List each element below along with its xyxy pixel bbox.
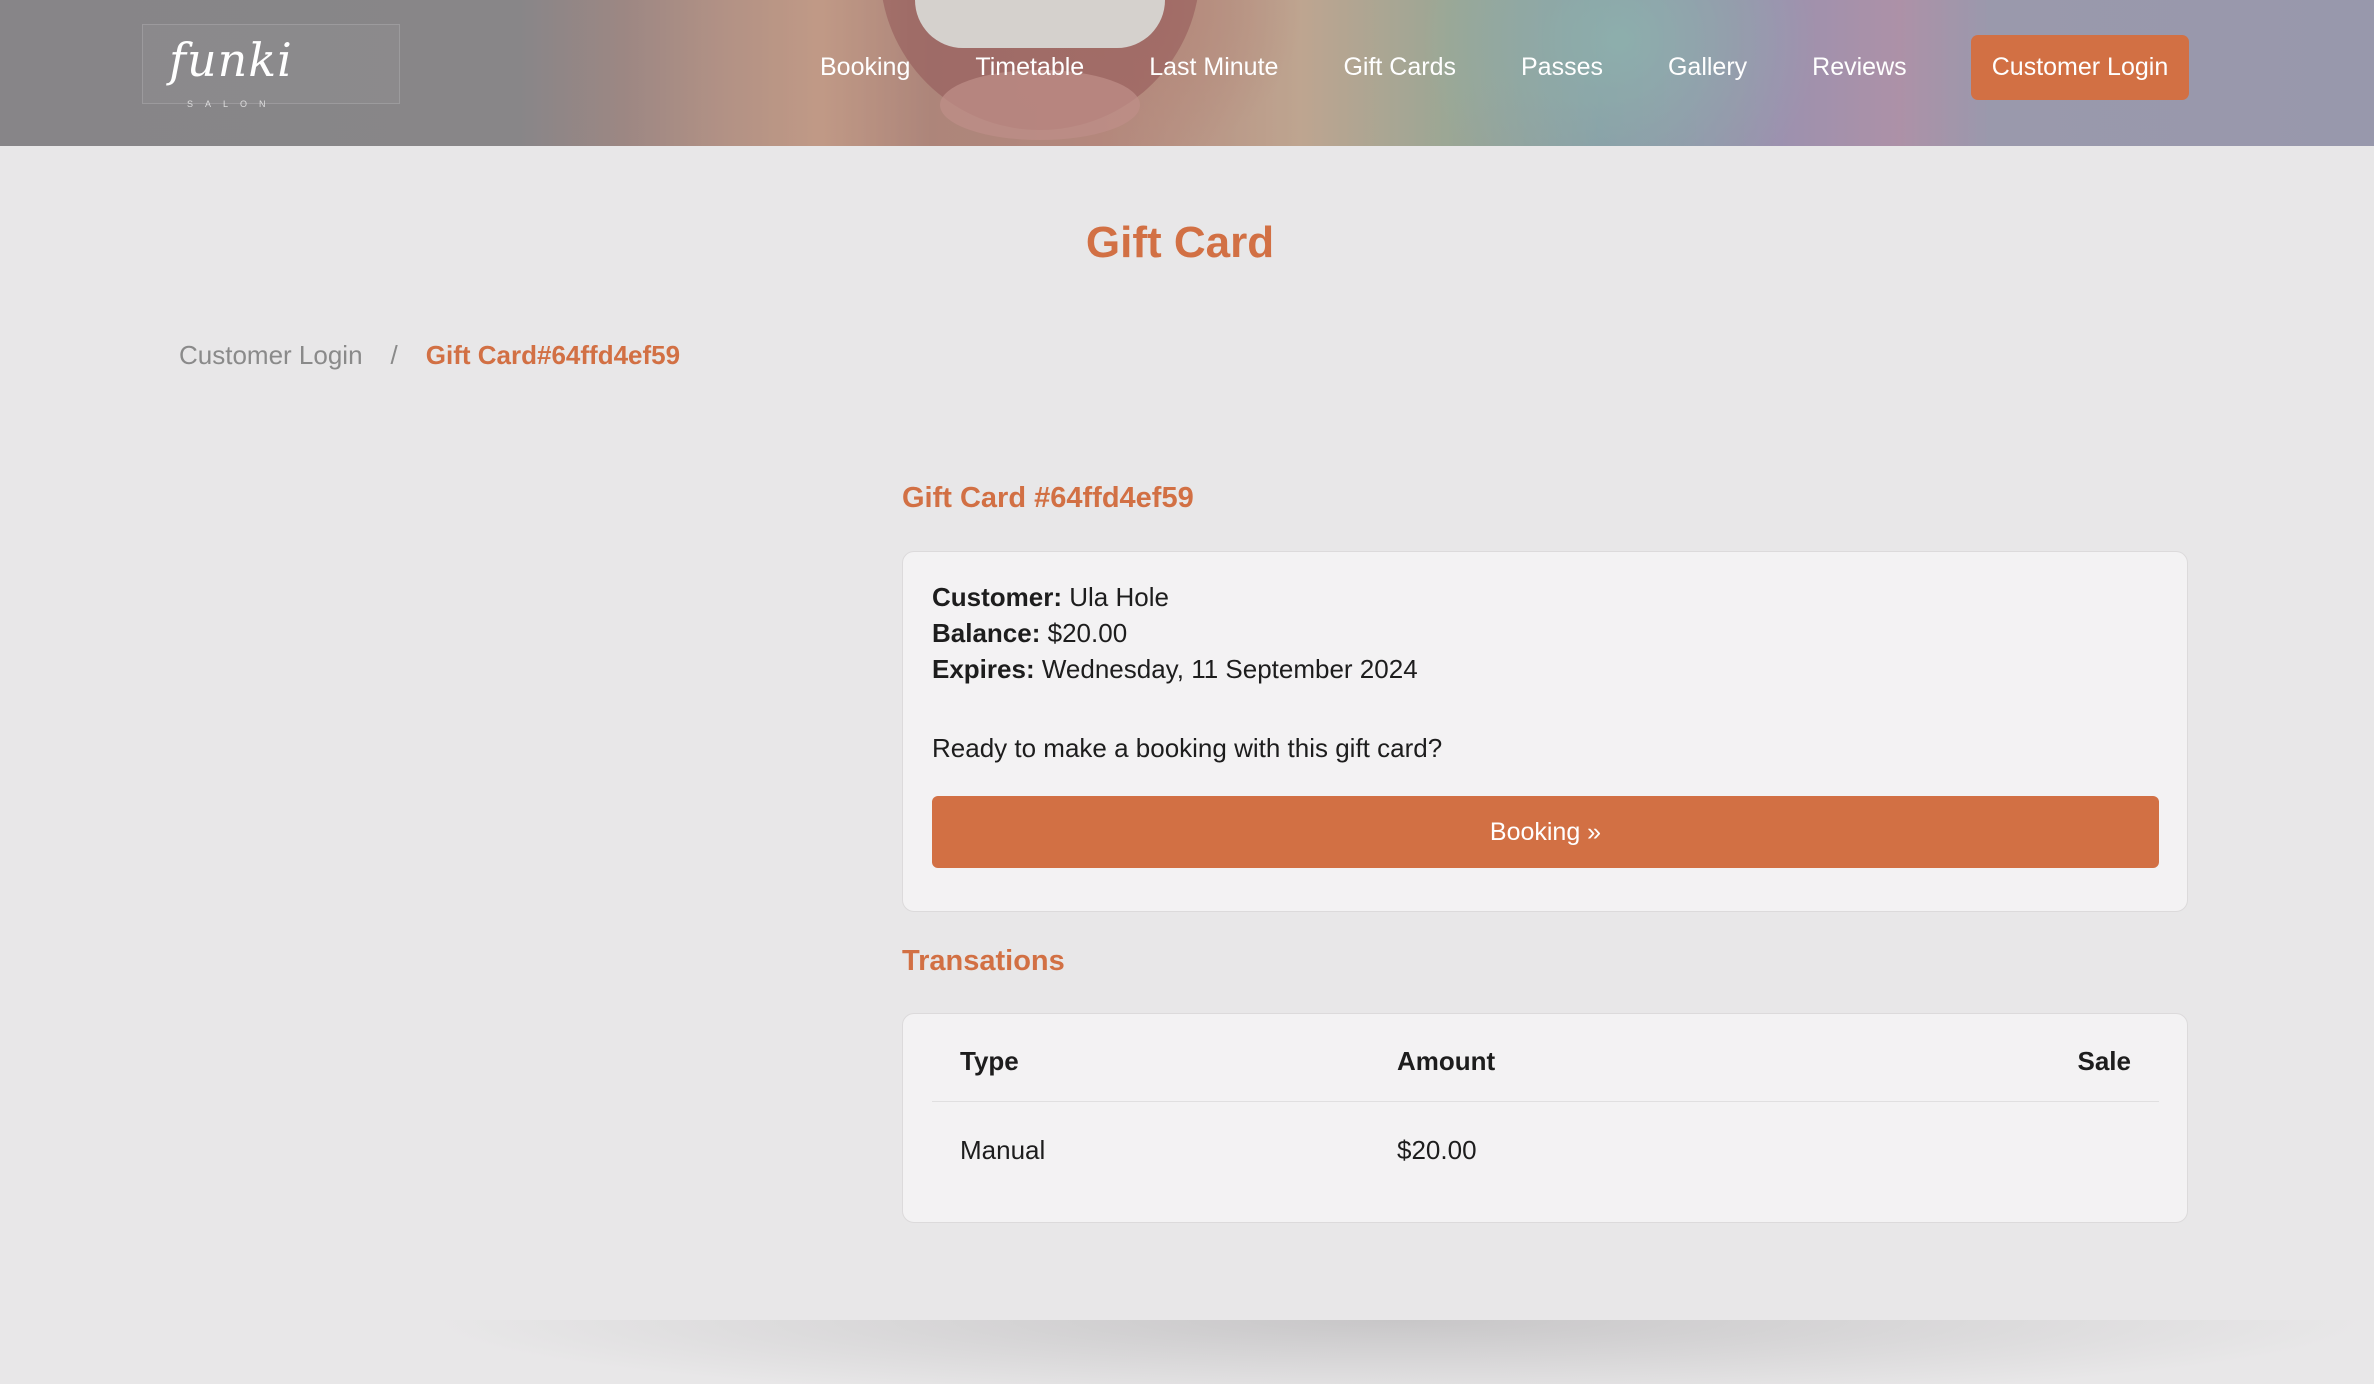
balance-line: Balance: $20.00 bbox=[932, 618, 1127, 649]
transactions-heading: Transations bbox=[902, 945, 1065, 977]
table-cell-type: Manual bbox=[960, 1135, 1046, 1165]
column-header-sale: Sale bbox=[2077, 1046, 2132, 1076]
gift-card-heading: Gift Card #64ffd4ef59 bbox=[902, 482, 1194, 514]
table-cell-amount: $20.00 bbox=[1397, 1135, 1477, 1165]
nav-booking[interactable]: Booking bbox=[820, 53, 910, 82]
booking-button[interactable]: Booking » bbox=[932, 796, 2159, 868]
footer-shadow bbox=[350, 1320, 2374, 1384]
nav-gallery[interactable]: Gallery bbox=[1668, 53, 1747, 82]
expires-value: Wednesday, 11 September 2024 bbox=[1041, 654, 1418, 684]
table-divider bbox=[932, 1101, 2159, 1102]
logo-subtitle: SALON bbox=[187, 99, 278, 109]
expires-line: Expires: Wednesday, 11 September 2024 bbox=[932, 654, 1418, 685]
expires-label: Expires: bbox=[932, 654, 1035, 684]
balance-label: Balance: bbox=[932, 618, 1041, 648]
gift-card-details: Customer: Ula Hole Balance: $20.00 Expir… bbox=[902, 551, 2188, 912]
nav-reviews[interactable]: Reviews bbox=[1812, 53, 1906, 82]
salon-logo[interactable]: funki SALON bbox=[142, 24, 400, 109]
column-header-type: Type bbox=[960, 1046, 1019, 1076]
customer-line: Customer: Ula Hole bbox=[932, 582, 1169, 613]
breadcrumb-current: Gift Card#64ffd4ef59 bbox=[425, 340, 681, 370]
breadcrumb-customer-login[interactable]: Customer Login bbox=[179, 340, 363, 371]
nav-last-minute[interactable]: Last Minute bbox=[1149, 53, 1278, 82]
nav-passes[interactable]: Passes bbox=[1521, 53, 1603, 82]
customer-value: Ula Hole bbox=[1069, 582, 1169, 612]
nav-gift-cards[interactable]: Gift Cards bbox=[1343, 53, 1456, 82]
customer-label: Customer: bbox=[932, 582, 1063, 612]
booking-prompt: Ready to make a booking with this gift c… bbox=[932, 733, 1443, 763]
page-title: Gift Card bbox=[1085, 218, 1275, 267]
site-header: funki SALON Booking Timetable Last Minut… bbox=[0, 0, 2374, 146]
transactions-table: Type Amount Sale Manual $20.00 bbox=[902, 1013, 2188, 1223]
nav-timetable[interactable]: Timetable bbox=[975, 53, 1084, 82]
breadcrumb-separator: / bbox=[390, 340, 398, 370]
main-nav: Booking Timetable Last Minute Gift Cards… bbox=[820, 34, 1972, 100]
customer-login-button[interactable]: Customer Login bbox=[1971, 35, 2189, 100]
logo-wordmark: funki bbox=[169, 33, 293, 87]
breadcrumb: Customer Login / Gift Card#64ffd4ef59 bbox=[179, 340, 680, 371]
column-header-amount: Amount bbox=[1397, 1046, 1496, 1076]
balance-value: $20.00 bbox=[1047, 618, 1128, 648]
